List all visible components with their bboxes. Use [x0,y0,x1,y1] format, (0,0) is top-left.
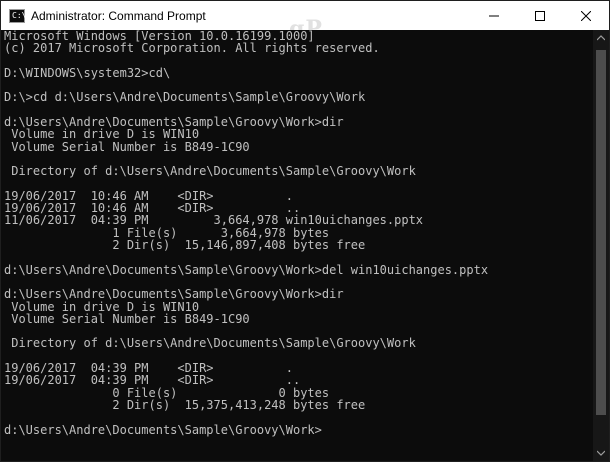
console-line: d:\Users\Andre\Documents\Sample\Groovy\W… [4,262,489,277]
window-controls [471,1,609,30]
console-line: Volume Serial Number is B849-1C90 [4,311,250,326]
console-text: Microsoft Windows [Version 10.0.16199.10… [1,30,593,436]
console-line: D:\>cd d:\Users\Andre\Documents\Sample\G… [4,90,366,105]
scroll-up-arrow-icon [597,35,605,41]
console-line: Directory of d:\Users\Andre\Documents\Sa… [4,336,416,351]
maximize-icon [535,10,545,21]
console-line: Directory of d:\Users\Andre\Documents\Sa… [4,164,416,179]
console-line: Volume in drive D is WIN10 [4,299,200,314]
close-button[interactable] [563,1,609,30]
console-line: d:\Users\Andre\Documents\Sample\Groovy\W… [4,287,344,302]
minimize-button[interactable] [471,1,517,30]
title-bar[interactable]: C:\ Administrator: Command Prompt [1,1,609,30]
console-line: 2 Dir(s) 15,146,897,408 bytes free [4,238,366,253]
cmd-icon[interactable]: C:\ [9,8,27,23]
console-line: 11/06/2017 04:39 PM 3,664,978 win10uicha… [4,213,424,228]
console-line: d:\Users\Andre\Documents\Sample\Groovy\W… [4,422,322,437]
scroll-up-button[interactable] [593,30,609,46]
console-line: Volume in drive D is WIN10 [4,127,200,142]
scroll-down-button[interactable] [593,445,609,461]
vertical-scrollbar[interactable] [593,30,609,461]
command-prompt-window: C:\ Administrator: Command Prompt gP Mic… [0,0,610,462]
console-line: (c) 2017 Microsoft Corporation. All righ… [4,41,380,56]
console-line: 19/06/2017 04:39 PM <DIR> .. [4,373,301,388]
console-line: D:\WINDOWS\system32>cd\ [4,65,171,80]
maximize-button[interactable] [517,1,563,30]
console-output[interactable]: Microsoft Windows [Version 10.0.16199.10… [1,30,593,461]
close-icon [581,10,591,21]
minimize-icon [489,15,499,16]
scroll-down-arrow-icon [597,450,605,456]
window-title: Administrator: Command Prompt [31,8,206,23]
console-line: Volume Serial Number is B849-1C90 [4,139,250,154]
cmd-icon-glyph: C:\ [12,10,27,20]
scroll-thumb[interactable] [596,50,606,415]
console-line: 2 Dir(s) 15,375,413,248 bytes free [4,397,366,412]
